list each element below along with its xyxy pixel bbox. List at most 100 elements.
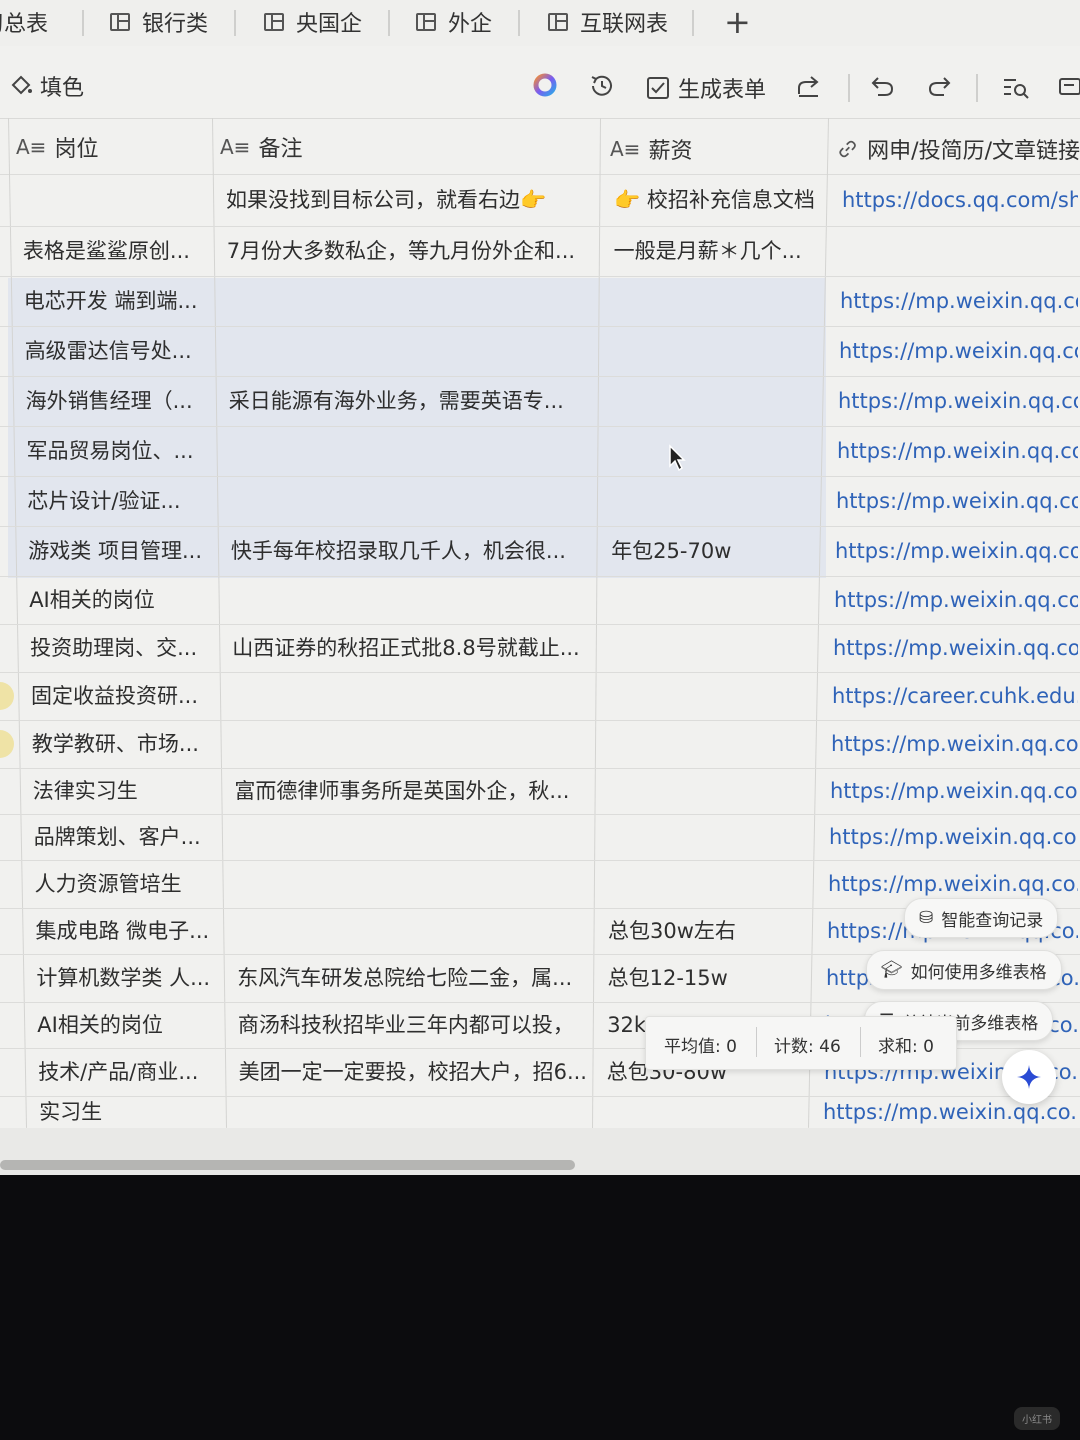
column-header-note[interactable]: A≡ 备注 [220, 130, 590, 164]
cell-note: 山西证券的秋招正式批8.8号就截止... [232, 636, 580, 660]
row-divider [0, 624, 1080, 625]
cell-link[interactable]: https://docs.qq.com/sh... [842, 185, 1078, 215]
tab-label: 银行类 [142, 12, 209, 37]
history-button[interactable] [588, 72, 616, 100]
row-divider [0, 526, 1080, 527]
cell-note [237, 916, 589, 946]
column-header-salary[interactable]: A≡ 薪资 [610, 132, 820, 166]
cell-link[interactable]: https://mp.weixin.qq.co... [834, 585, 1078, 615]
tab-internet[interactable]: 互联网表 [548, 4, 668, 40]
undo-button[interactable] [870, 74, 896, 98]
cell-salary [610, 729, 811, 759]
cell-link[interactable]: https://mp.weixin.qq.co... [831, 729, 1078, 759]
share-arrow-icon [798, 76, 819, 97]
table-row[interactable]: 法律实习生 富而德律师事务所是英国外企，秋... https://mp.weixin… [0, 768, 1080, 814]
cell-position: 人力资源管培生 [34, 872, 182, 896]
share-button[interactable] [796, 74, 822, 98]
tab-divider [388, 10, 390, 36]
toolbar-divider [848, 74, 850, 102]
paint-bucket-icon [11, 75, 32, 95]
cell-note [227, 286, 593, 316]
redo-icon [928, 77, 951, 96]
cell-note [230, 436, 593, 466]
table-row[interactable]: 如果没找到目标公司，就看右边👉 👉 校招补充信息文档 https://docs.qq… [0, 174, 1080, 226]
table-row[interactable]: AI相关的岗位 https://mp.weixin.qq.co... [0, 576, 1080, 624]
table-row[interactable]: 固定收益投资研... https://career.cuhk.edu... [0, 672, 1080, 720]
fill-color-button[interactable]: 填色 [8, 70, 84, 102]
smart-query-button[interactable]: ⛁ 智能查询记录 [904, 898, 1059, 938]
cell-link[interactable]: https://mp.weixin.qq.co... [839, 336, 1078, 366]
tab-banks[interactable]: 银行类 [110, 4, 208, 40]
cell-note [239, 1097, 586, 1127]
row-marker [0, 730, 14, 758]
cell-position: 集成电路 微电子... [35, 919, 210, 943]
table-row[interactable]: 品牌策划、客户... https://mp.weixin.qq.co... [0, 814, 1080, 860]
add-sheet-icon[interactable]: + [724, 2, 751, 42]
tab-label: 习总表 [0, 12, 49, 37]
table-row[interactable]: 教学教研、市场... https://mp.weixin.qq.co... [0, 720, 1080, 768]
table-row[interactable]: 海外销售经理（... 采日能源有海外业务，需要英语专... https://mp.w… [0, 376, 1080, 426]
cell-link[interactable]: https://mp.weixin.qq.co... [835, 536, 1078, 566]
cell-link[interactable]: https://mp.weixin.qq.co... [837, 436, 1078, 466]
tab-summary[interactable]: 习总表 [0, 4, 48, 40]
horizontal-scrollbar[interactable] [0, 1160, 575, 1170]
row-divider [0, 672, 1080, 673]
table-row[interactable]: 投资助理岗、交... 山西证券的秋招正式批8.8号就截止... https://mp… [0, 624, 1080, 672]
cell-position: 高级雷达信号处... [24, 339, 192, 363]
table-row[interactable]: 芯片设计/验证... https://mp.weixin.qq.co... [0, 476, 1080, 526]
cell-link[interactable] [841, 236, 1078, 266]
smart-query-label: 智能查询记录 [941, 910, 1044, 931]
tab-soe[interactable]: 央国企 [264, 4, 362, 40]
cell-link[interactable]: https://mp.weixin.qq.co... [840, 286, 1078, 316]
cell-position: 品牌策划、客户... [33, 825, 201, 849]
column-header-label: 备注 [258, 137, 303, 162]
cell-link[interactable]: https://mp.weixin.qq.co... [830, 776, 1078, 806]
table-row[interactable]: 军品贸易岗位、... https://mp.weixin.qq.co... [0, 426, 1080, 476]
cell-position: 技术/产品/商业... [38, 1060, 199, 1084]
ai-chat-button[interactable] [1002, 1050, 1056, 1104]
cell-salary: 一般是月薪＊几个... [613, 239, 802, 263]
how-to-use-button[interactable]: 🎓︎ 如何使用多维表格 [866, 950, 1062, 990]
cell-position: 计算机数学类 人... [36, 966, 211, 990]
redo-button[interactable] [926, 74, 952, 98]
graduation-cap-icon: 🎓︎ [881, 960, 903, 980]
cell-salary [609, 822, 809, 852]
row-marker [0, 682, 14, 710]
cell-link[interactable]: https://career.cuhk.edu... [832, 681, 1078, 711]
cell-salary [610, 633, 813, 663]
cell-position [22, 185, 206, 215]
stats-count: 计数: 46 [774, 1037, 841, 1057]
tab-label: 央国企 [296, 12, 363, 37]
table-row[interactable]: 电芯开发 端到端... https://mp.weixin.qq.co... [0, 276, 1080, 326]
ai-assistant-button[interactable] [532, 72, 558, 98]
cell-note [228, 336, 593, 366]
cell-position: 电芯开发 端到端... [23, 289, 198, 313]
tab-foreign[interactable]: 外企 [416, 4, 492, 40]
comment-button[interactable] [1058, 76, 1080, 100]
cell-position: AI相关的岗位 [29, 588, 155, 612]
cell-note [230, 486, 591, 516]
table-row[interactable]: 表格是鲨鲨原创... 7月份大多数私企，等九月份外企和... 一般是月薪＊几个... [0, 226, 1080, 276]
cell-salary [612, 436, 817, 466]
table-row[interactable]: 实习生 https://mp.weixin.qq.co... [0, 1096, 1080, 1128]
column-header-link[interactable]: 网申/投简历/文章链接 [838, 132, 1080, 166]
column-header-position[interactable]: A≡ 岗位 [16, 130, 206, 164]
tab-divider [82, 10, 84, 36]
table-row[interactable]: 高级雷达信号处... https://mp.weixin.qq.co... [0, 326, 1080, 376]
generate-form-button[interactable]: 生成表单 [646, 72, 766, 104]
cell-link[interactable]: https://mp.weixin.qq.co... [829, 822, 1078, 852]
search-button[interactable] [1002, 76, 1030, 100]
cell-position: 海外销售经理（... [25, 389, 193, 413]
column-header-label: 网申/投简历/文章链接 [867, 139, 1080, 164]
table-row[interactable]: 游戏类 项目管理... 快手每年校招录取几千人，机会很... 年包25-70w htt… [0, 526, 1080, 576]
cell-salary [606, 1097, 803, 1127]
cell-link[interactable]: https://mp.weixin.qq.co... [838, 386, 1078, 416]
comment-icon [1059, 78, 1080, 95]
cell-link[interactable]: https://mp.weixin.qq.co... [833, 633, 1078, 663]
cell-link[interactable]: https://mp.weixin.qq.co... [828, 869, 1078, 899]
cell-position: 实习生 [39, 1100, 103, 1124]
cell-salary: 总包12-15w [607, 966, 728, 990]
cell-note: 商汤科技秋招毕业三年内都可以投， [237, 1013, 574, 1037]
cell-link[interactable]: https://mp.weixin.qq.co... [836, 486, 1078, 516]
cell-salary [610, 681, 812, 711]
